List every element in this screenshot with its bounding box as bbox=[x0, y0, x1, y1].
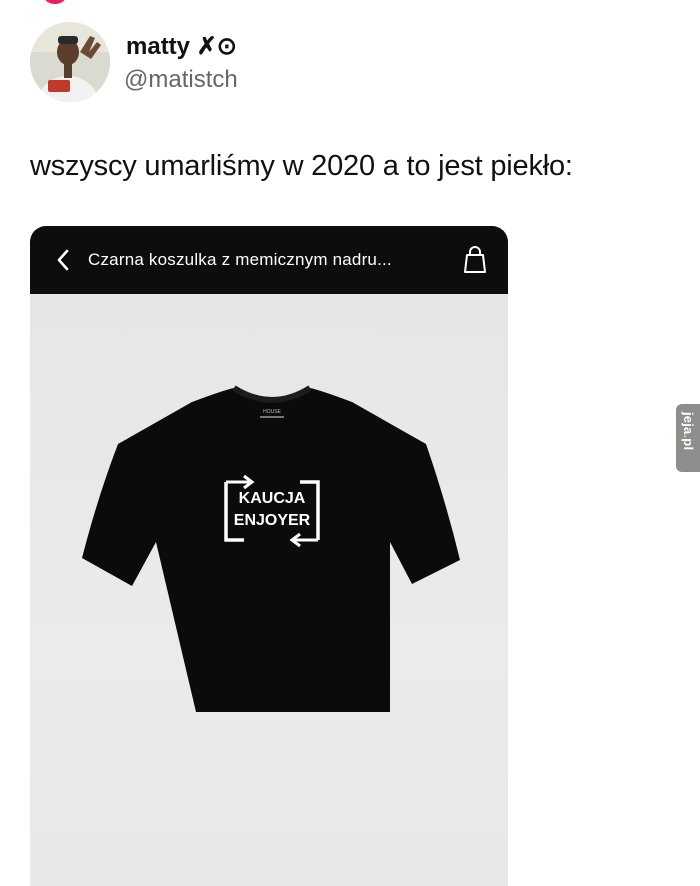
print-line-2: ENJOYER bbox=[234, 512, 311, 529]
author-name[interactable]: matty ✗⊙ bbox=[126, 32, 237, 61]
author-handle[interactable]: @matistch bbox=[124, 66, 238, 94]
post-text: wszyscy umarliśmy w 2020 a to jest piekł… bbox=[30, 150, 573, 182]
avatar-image bbox=[30, 22, 110, 102]
print-line-1: KAUCJA bbox=[239, 490, 306, 507]
jeja-tld: pl bbox=[681, 438, 696, 451]
tshirt-image: HOUSE KAUCJA ENJOYER bbox=[82, 385, 460, 712]
jeja-watermark: jeja.pl bbox=[676, 404, 700, 472]
avatar[interactable] bbox=[30, 22, 110, 102]
chevron-left-icon[interactable] bbox=[54, 248, 74, 272]
notification-dot bbox=[44, 0, 66, 4]
tshirt-tag-label: HOUSE bbox=[263, 409, 281, 415]
shopping-bag-icon[interactable] bbox=[462, 245, 488, 275]
shop-product-title: Czarna koszulka z memicznym nadru... bbox=[88, 250, 392, 269]
jeja-watermark-text: jeja.pl bbox=[678, 412, 698, 464]
shop-header-bar: Czarna koszulka z memicznym nadru... bbox=[30, 226, 508, 294]
jeja-brand: jeja bbox=[681, 412, 696, 435]
product-image: HOUSE KAUCJA ENJOYER bbox=[30, 294, 508, 886]
embedded-screenshot[interactable]: Czarna koszulka z memicznym nadru... HOU… bbox=[30, 226, 508, 886]
